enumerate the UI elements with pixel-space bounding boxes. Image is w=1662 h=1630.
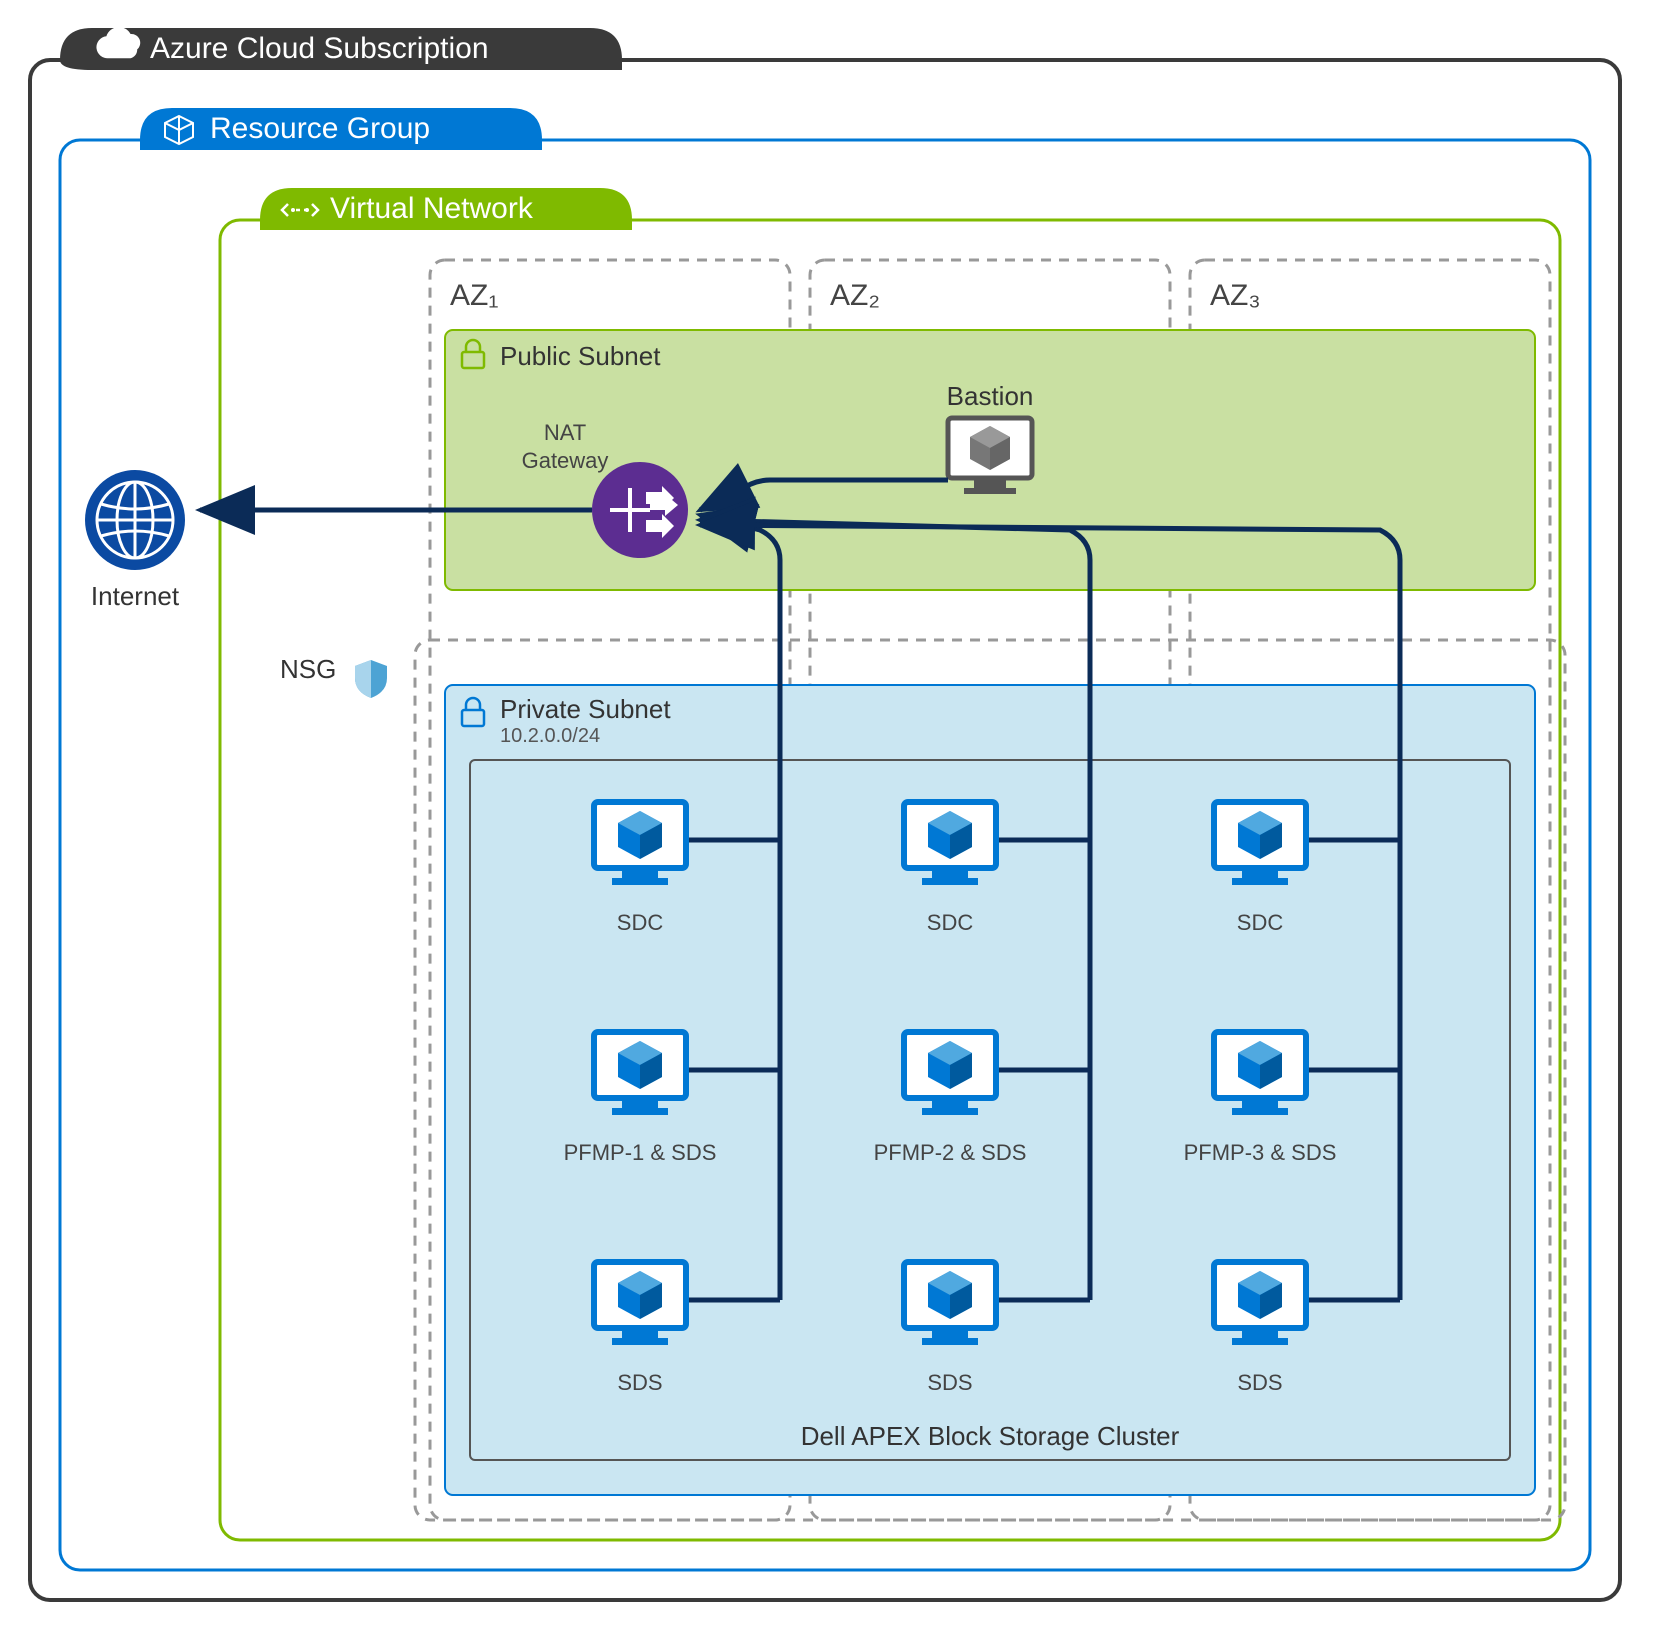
svg-text:NSG: NSG [280, 654, 336, 684]
nsg: NSG [280, 654, 387, 698]
az2-label: AZ₂ [830, 279, 880, 312]
svg-text:SDC: SDC [617, 910, 664, 935]
bastion: Bastion [947, 381, 1034, 494]
svg-text:SDS: SDS [1237, 1370, 1282, 1395]
svg-text:SDS: SDS [617, 1370, 662, 1395]
az1-label: AZ₁ [450, 279, 498, 312]
svg-text:SDS: SDS [927, 1370, 972, 1395]
subscription-title: Azure Cloud Subscription [150, 32, 489, 65]
vnet-title: Virtual Network [330, 192, 534, 225]
internet-label: Internet [91, 581, 180, 611]
svg-text:PFMP-2 & SDS: PFMP-2 & SDS [874, 1140, 1027, 1165]
svg-text:NAT: NAT [544, 420, 586, 445]
cluster-label: Dell APEX Block Storage Cluster [801, 1421, 1180, 1451]
svg-text:PFMP-3 & SDS: PFMP-3 & SDS [1184, 1140, 1337, 1165]
svg-text:SDC: SDC [927, 910, 974, 935]
public-subnet-label: Public Subnet [500, 341, 661, 371]
private-subnet-label: Private Subnet [500, 694, 671, 724]
shield-icon [355, 660, 387, 698]
svg-text:SDC: SDC [1237, 910, 1284, 935]
az3-label: AZ₃ [1210, 279, 1261, 312]
svg-text:PFMP-1 & SDS: PFMP-1 & SDS [564, 1140, 717, 1165]
svg-text:Bastion: Bastion [947, 381, 1034, 411]
internet-node: Internet [85, 470, 185, 611]
svg-text:Gateway: Gateway [522, 448, 609, 473]
private-subnet-cidr: 10.2.0.0/24 [500, 725, 600, 747]
resource-group-title: Resource Group [210, 112, 430, 145]
globe-icon [97, 482, 173, 558]
